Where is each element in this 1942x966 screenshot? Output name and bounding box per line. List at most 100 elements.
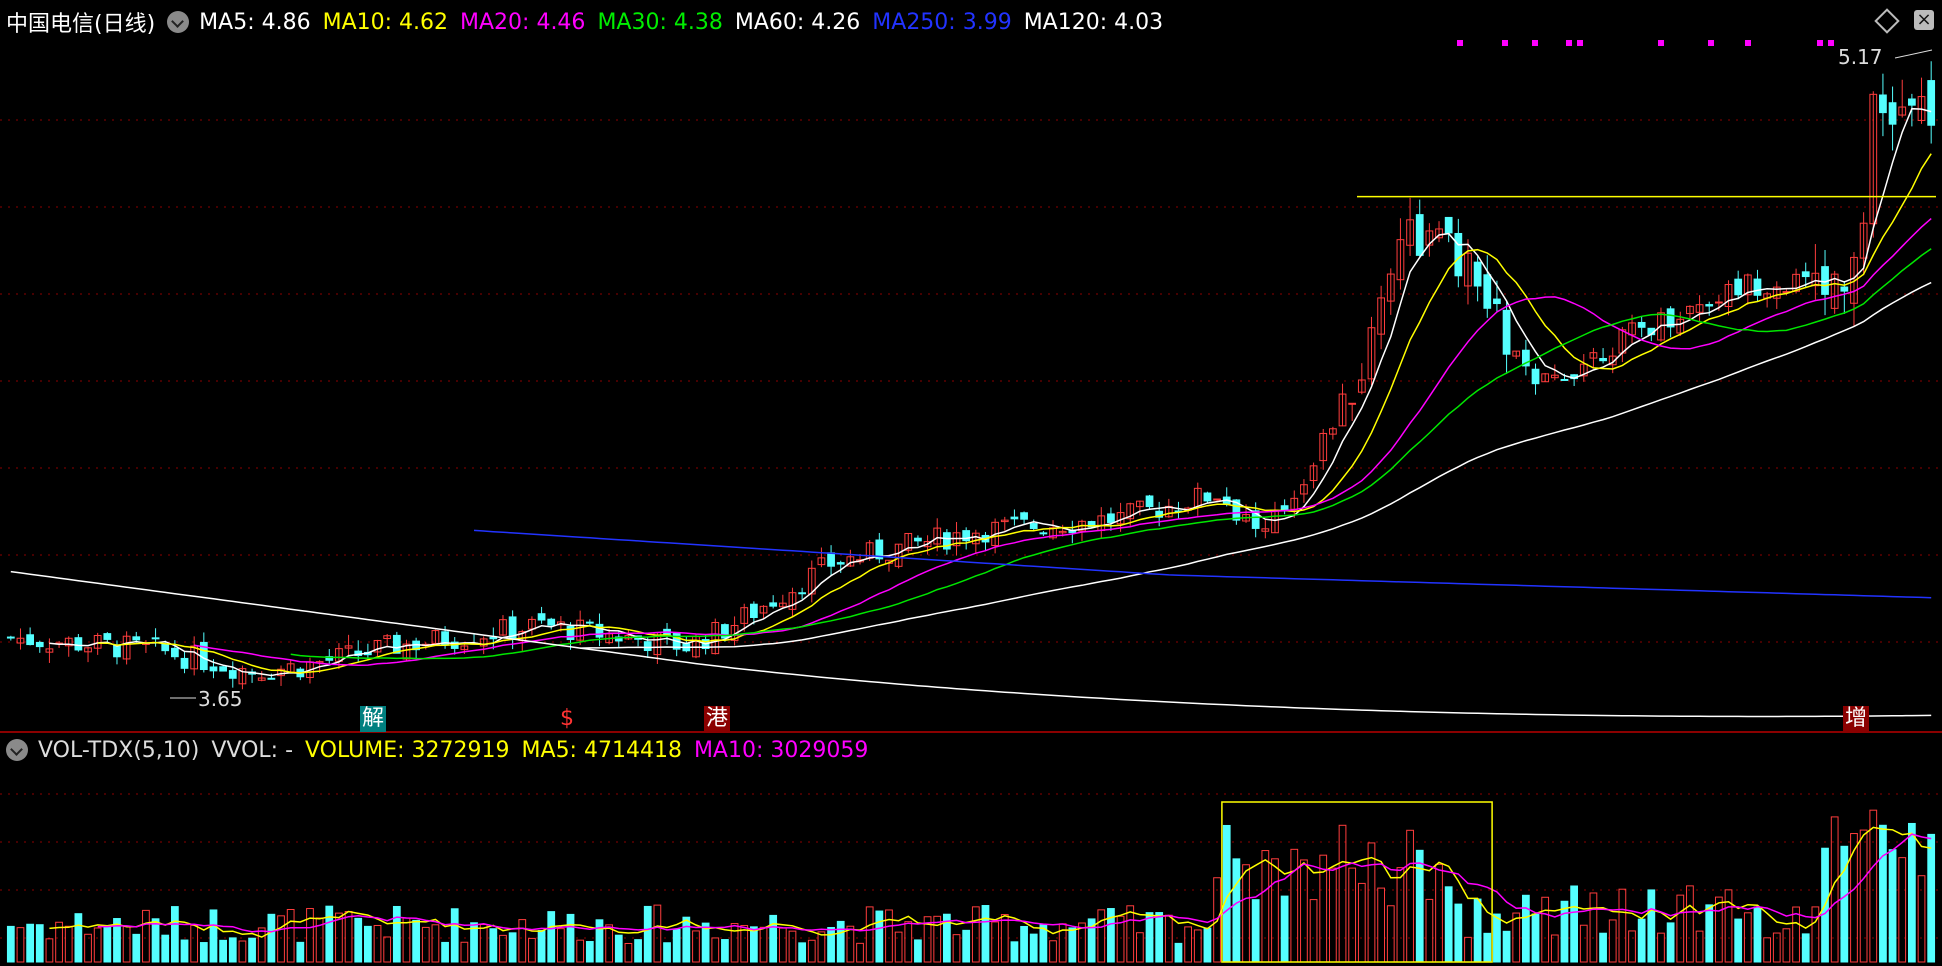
volume-bar bbox=[1637, 918, 1646, 963]
candle-body bbox=[1039, 532, 1048, 535]
candle-body bbox=[1483, 274, 1492, 309]
volume-bar bbox=[489, 928, 498, 963]
candle-body bbox=[180, 657, 189, 669]
volume-bar bbox=[1792, 906, 1800, 963]
volume-bar bbox=[1599, 932, 1607, 963]
volume-bar bbox=[1020, 925, 1028, 963]
candle-body bbox=[1531, 368, 1540, 385]
candle-body bbox=[1753, 278, 1762, 296]
volume-bar bbox=[1377, 887, 1386, 963]
volume-bar bbox=[749, 926, 758, 963]
volume-bar bbox=[431, 924, 440, 963]
candle-body bbox=[1927, 80, 1936, 126]
signal-dot bbox=[1828, 40, 1834, 46]
high-price-label: 5.17 bbox=[1838, 45, 1883, 69]
volume-bar bbox=[730, 923, 739, 963]
candle-body bbox=[489, 636, 498, 640]
volume-bar bbox=[499, 934, 507, 963]
volume-bar bbox=[161, 934, 170, 963]
volume-bar bbox=[904, 921, 913, 963]
high-price-arrow bbox=[1894, 49, 1933, 59]
volume-bar bbox=[1502, 930, 1511, 963]
volume-bar bbox=[1869, 809, 1878, 963]
volume-bar bbox=[1367, 842, 1376, 963]
volume-bar bbox=[1126, 905, 1135, 963]
event-tag-jie[interactable]: 解 bbox=[360, 706, 387, 732]
volume-bar bbox=[45, 938, 54, 963]
candle-body bbox=[1010, 516, 1019, 520]
volume-bar bbox=[219, 939, 228, 963]
volume-bar bbox=[1155, 912, 1164, 963]
low-price-label: 3.65 bbox=[198, 687, 243, 711]
volume-bar bbox=[228, 937, 237, 963]
volume-dropdown-icon[interactable] bbox=[6, 739, 28, 761]
candle-body bbox=[1020, 512, 1028, 520]
volume-bar bbox=[1628, 930, 1636, 963]
close-icon[interactable]: × bbox=[1914, 10, 1934, 30]
volume-bar bbox=[759, 926, 768, 963]
ma60-line bbox=[580, 281, 1932, 649]
volume-bar bbox=[1618, 888, 1627, 963]
ma10-label: MA10: 4.62 bbox=[322, 9, 449, 35]
volume-bar bbox=[778, 927, 787, 963]
candle-body bbox=[103, 633, 112, 640]
volume-bar bbox=[518, 919, 527, 963]
vol-ma5-label: MA5: 4714418 bbox=[521, 737, 682, 763]
volume-bar bbox=[981, 905, 990, 963]
volume-bar bbox=[344, 910, 353, 963]
stock-chart: 5.17 3.65 bbox=[0, 40, 1942, 963]
volume-bar bbox=[238, 940, 247, 963]
signal-dot bbox=[1708, 40, 1714, 46]
volume-bar bbox=[1280, 895, 1289, 963]
volume-bar bbox=[325, 905, 334, 963]
vol-ma10-label: MA10: 3029059 bbox=[693, 737, 869, 763]
candle-body bbox=[1107, 513, 1115, 523]
volume-bar bbox=[132, 933, 141, 963]
volume-bar bbox=[1763, 937, 1772, 963]
volume-bar bbox=[6, 925, 15, 963]
volume-bar bbox=[74, 913, 83, 963]
ma250-line bbox=[473, 529, 1932, 599]
event-tag-dollar[interactable]: $ bbox=[558, 706, 576, 732]
indicator-dropdown-icon[interactable] bbox=[167, 11, 190, 33]
volume-bar bbox=[971, 906, 980, 963]
volume-bar bbox=[16, 927, 25, 963]
signal-dot bbox=[1502, 40, 1508, 46]
candle-body bbox=[1637, 321, 1646, 328]
candle-body bbox=[547, 618, 556, 626]
volume-bar bbox=[1184, 926, 1193, 963]
volume-bar bbox=[1309, 899, 1318, 963]
volume-bar bbox=[1164, 914, 1173, 963]
candle-body bbox=[26, 634, 35, 646]
event-tag-gang[interactable]: 港 bbox=[704, 706, 731, 732]
volume-bar bbox=[1589, 892, 1598, 963]
volume-bar bbox=[1666, 922, 1675, 963]
volume-bar bbox=[807, 939, 816, 963]
volume-bar bbox=[856, 942, 864, 963]
volume-bar bbox=[537, 930, 546, 963]
candle-body bbox=[1213, 498, 1221, 501]
volume-bar bbox=[412, 919, 421, 963]
volume-bar bbox=[653, 904, 662, 963]
volume-bar bbox=[614, 934, 623, 963]
event-tag-zeng[interactable]: 增 bbox=[1843, 706, 1870, 732]
volume-bar bbox=[1840, 845, 1849, 963]
volume-bar bbox=[64, 925, 73, 963]
volume-bar bbox=[151, 918, 160, 963]
volume-bar bbox=[1888, 849, 1897, 963]
volume-bar bbox=[1734, 918, 1743, 963]
volume-bar bbox=[1386, 905, 1395, 963]
volume-bar bbox=[402, 917, 411, 963]
volume-bar bbox=[740, 925, 749, 963]
volume-bar bbox=[248, 937, 256, 963]
candle-body bbox=[170, 647, 179, 658]
volume-bar bbox=[1859, 829, 1868, 963]
volume-bar bbox=[721, 939, 729, 963]
volume-bar bbox=[1454, 903, 1463, 963]
volume-bar bbox=[576, 939, 585, 963]
volume-bar bbox=[1049, 940, 1057, 963]
volume-bar bbox=[1705, 904, 1714, 963]
candle-body bbox=[643, 641, 652, 652]
volume-bar bbox=[798, 942, 807, 963]
candle-body bbox=[827, 552, 835, 567]
